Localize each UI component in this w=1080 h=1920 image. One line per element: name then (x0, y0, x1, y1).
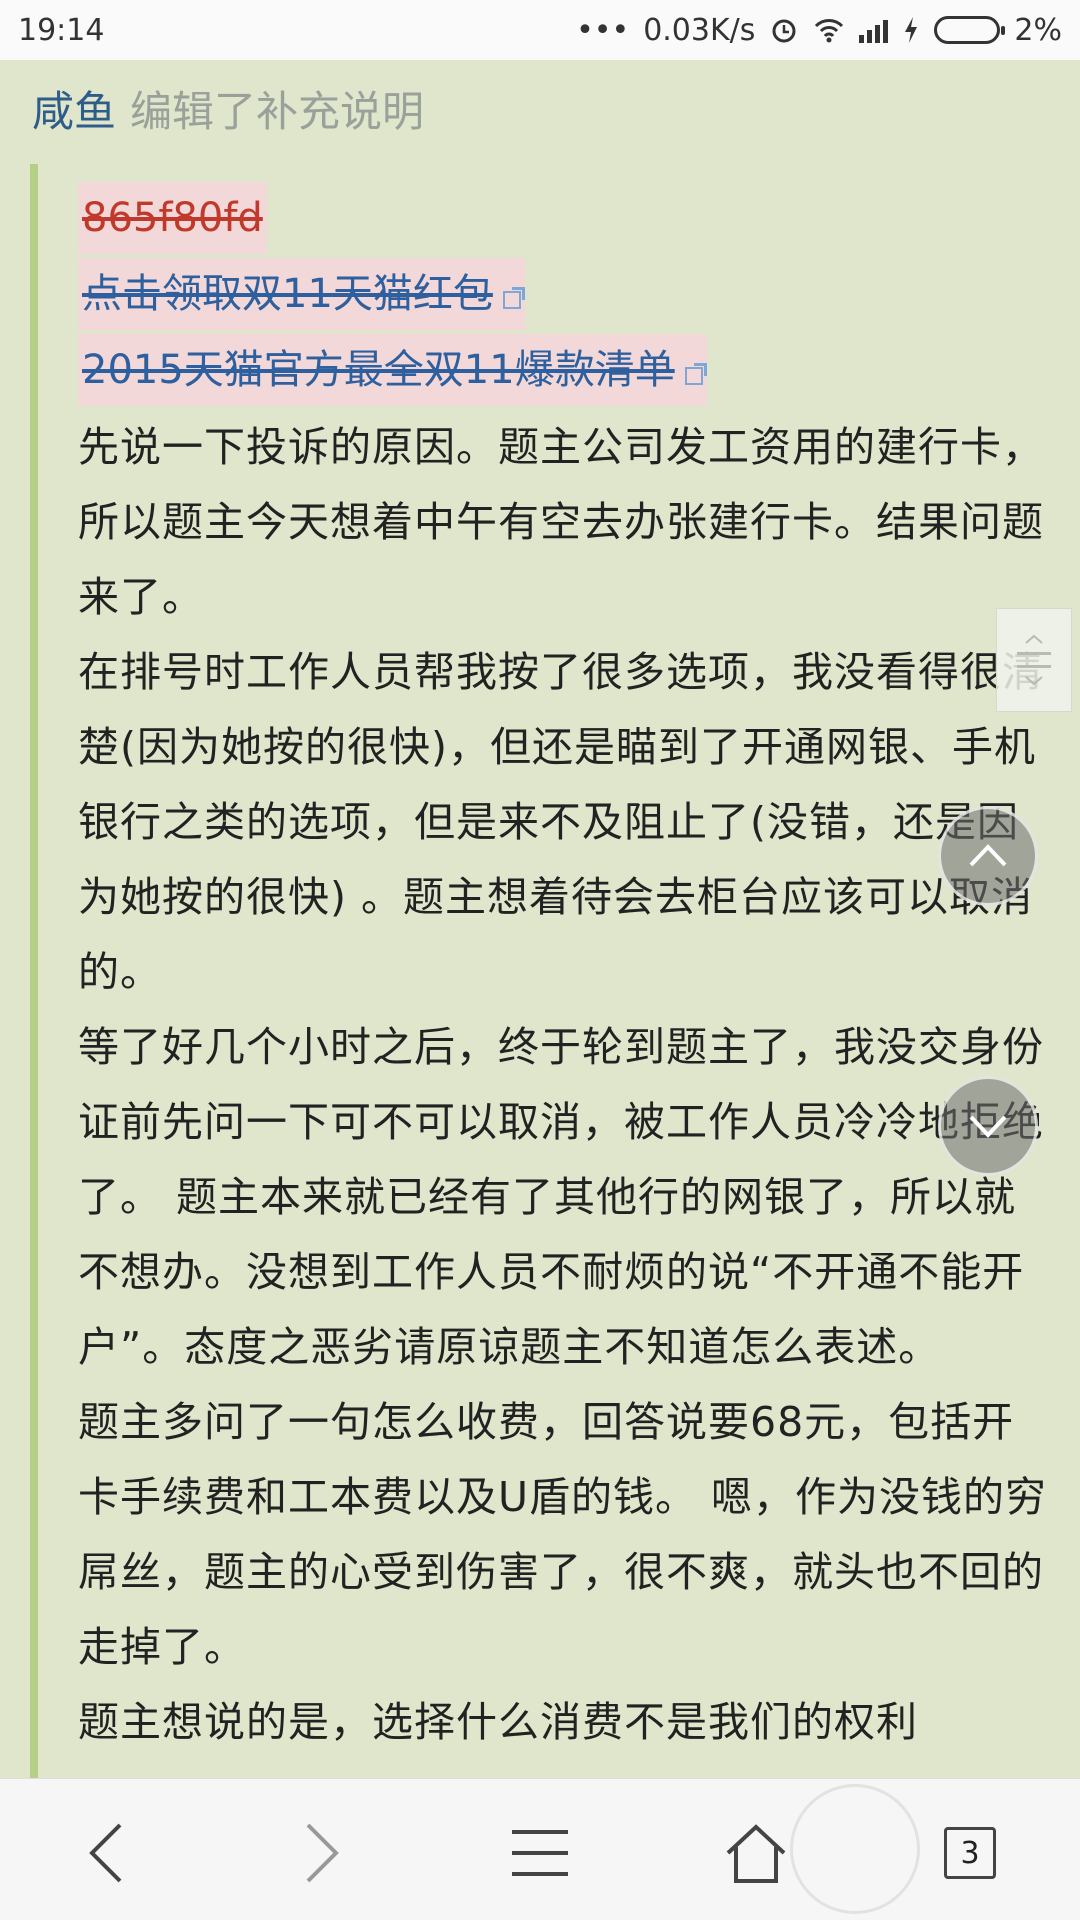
menu-icon (512, 1830, 568, 1876)
forward-icon (306, 1823, 339, 1883)
battery-percent: 2% (1014, 12, 1062, 48)
tabs-button[interactable]: 3 (920, 1803, 1020, 1903)
network-speed: 0.03K/s (643, 12, 756, 48)
scrollbar-handle[interactable] (996, 608, 1072, 712)
back-icon (89, 1823, 122, 1883)
editor-name-link[interactable]: 咸鱼 (32, 87, 116, 136)
deleted-link-label: 2015天猫官方最全双11爆款清单 (82, 347, 675, 393)
chevron-up-icon (969, 844, 1007, 867)
wifi-icon (815, 19, 844, 43)
home-icon (726, 1824, 786, 1883)
external-link-icon (502, 287, 525, 309)
alarm-icon (772, 19, 796, 43)
deleted-link-tmall-list[interactable]: 2015天猫官方最全双11爆款清单 (78, 334, 707, 406)
scroll-up-button[interactable] (938, 806, 1038, 906)
revision-block: 865f80fd 点击领取双11天猫红包 2015天猫官方最全双11爆款清单 先… (30, 164, 1046, 1778)
paragraph: 题主多问了一句怎么收费，回答说要68元，包括开卡手续费和工本费以及U盾的钱。 嗯… (78, 1398, 1048, 1671)
status-time: 19:14 (18, 12, 105, 48)
chevron-down-icon (1025, 676, 1043, 686)
charging-icon (905, 17, 918, 43)
chevron-up-icon (1025, 634, 1043, 644)
status-bar: 19:14 ••• 0.03K/s 2% (0, 0, 1080, 60)
forward-button[interactable] (272, 1803, 372, 1903)
dots-icon: ••• (576, 12, 630, 48)
paragraph: 等了好几个小时之后，终于轮到题主了，我没交身份证前先问一下可不可以取消，被工作人… (78, 1023, 1044, 1371)
paragraph: 题主想说的是，选择什么消费不是我们的权利 (78, 1698, 918, 1746)
page-content[interactable]: 咸鱼 编辑了补充说明 865f80fd 点击领取双11天猫红包 2015天猫官方最… (0, 60, 1080, 1778)
scroll-down-button[interactable] (938, 1076, 1038, 1176)
tabs-icon: 3 (944, 1827, 996, 1879)
grip-icon (1017, 652, 1051, 668)
deleted-link-tmall-redpacket[interactable]: 点击领取双11天猫红包 (78, 258, 525, 330)
status-icons: ••• 0.03K/s 2% (576, 13, 1062, 48)
chevron-down-icon (969, 1115, 1007, 1138)
menu-button[interactable] (490, 1803, 590, 1903)
edit-action-text: 编辑了补充说明 (130, 87, 425, 136)
deleted-text: 865f80fd (78, 182, 267, 254)
footprint-watermark-icon (790, 1784, 920, 1914)
edit-header: 咸鱼 编辑了补充说明 (32, 82, 424, 142)
battery-icon (934, 16, 1006, 44)
paragraph: 在排号时工作人员帮我按了很多选项，我没看得很清楚(因为她按的很快)，但还是瞄到了… (78, 648, 1044, 996)
external-link-icon (684, 363, 707, 385)
back-button[interactable] (56, 1803, 156, 1903)
paragraph: 先说一下投诉的原因。题主公司发工资用的建行卡，所以题主今天想着中午有空去办张建行… (78, 423, 1044, 621)
deleted-link-label: 点击领取双11天猫红包 (82, 271, 493, 317)
revision-body: 865f80fd 点击领取双11天猫红包 2015天猫官方最全双11爆款清单 先… (78, 164, 1048, 1760)
signal-icon (859, 17, 889, 43)
